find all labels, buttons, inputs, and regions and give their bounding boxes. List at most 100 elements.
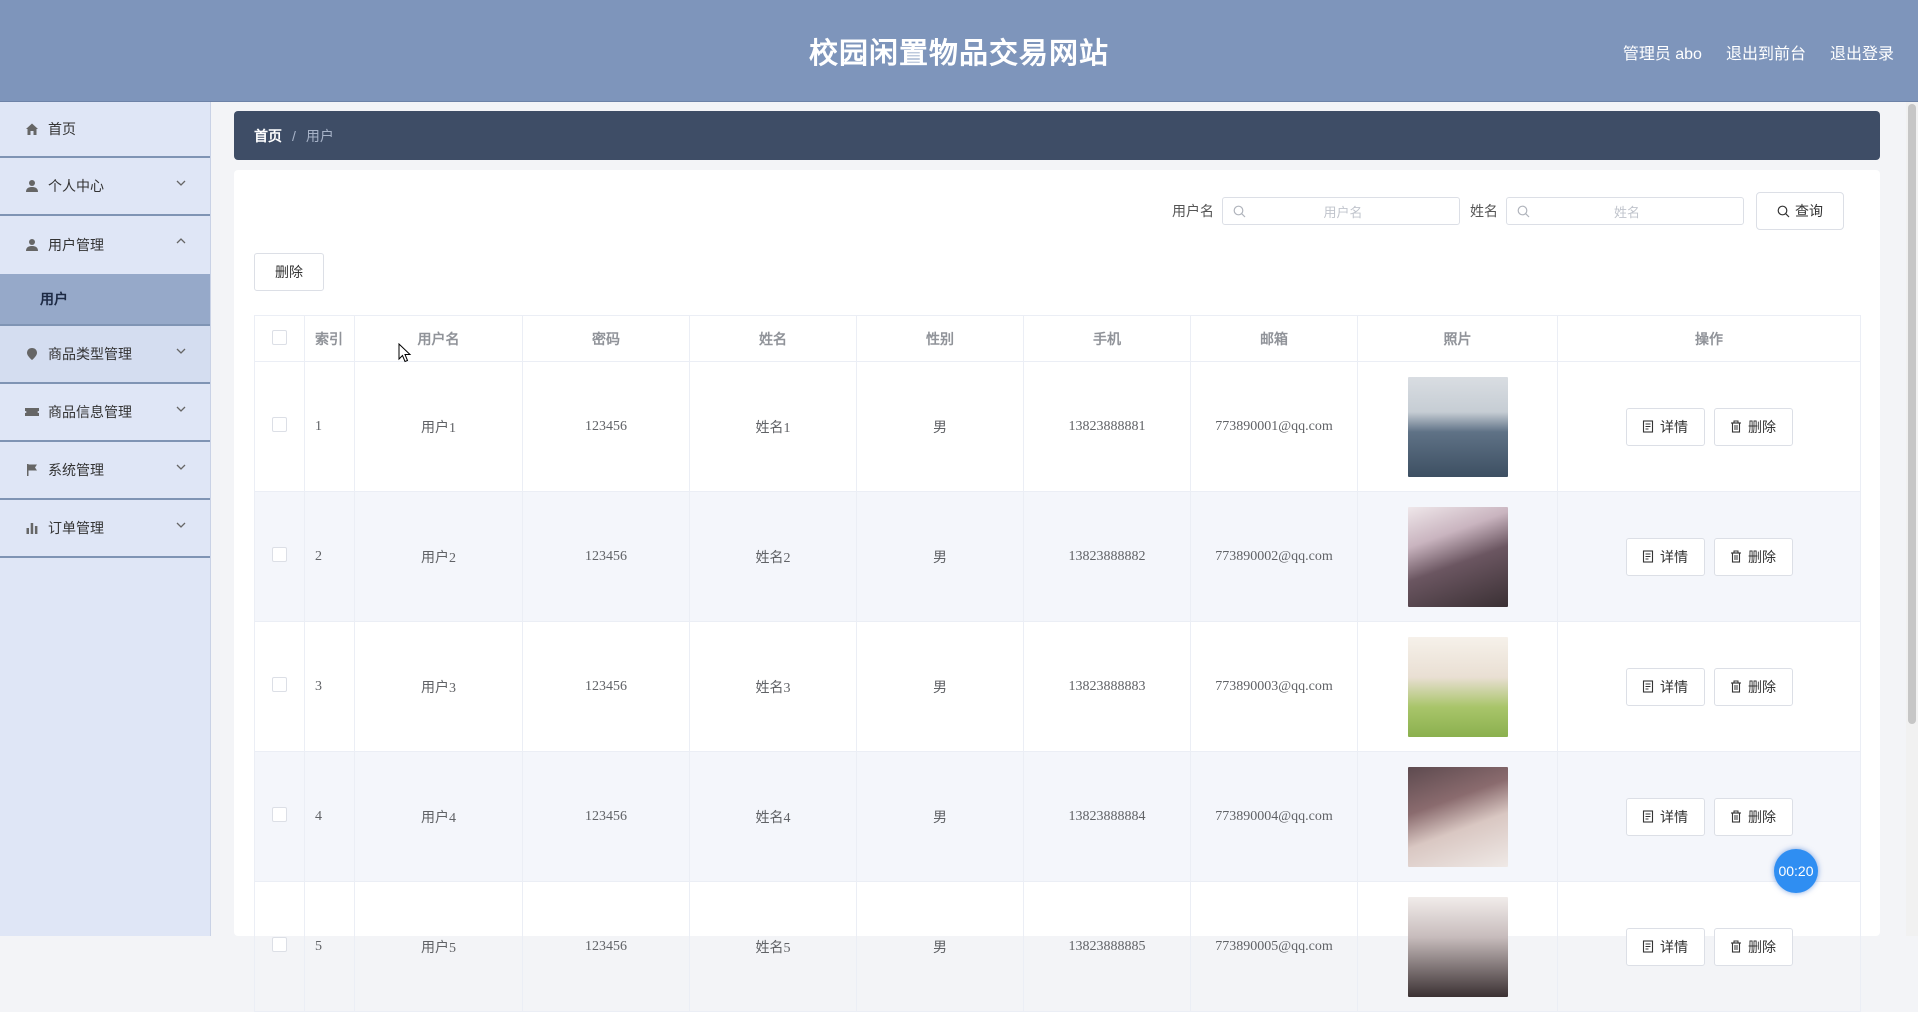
query-button[interactable]: 查询	[1756, 192, 1844, 230]
cell-index: 5	[304, 881, 355, 1012]
document-icon	[1642, 940, 1654, 953]
bar-chart-icon	[24, 520, 40, 536]
name-search-input[interactable]	[1507, 198, 1747, 226]
cell-username: 用户5	[354, 881, 523, 1012]
detail-button[interactable]: 详情	[1625, 537, 1705, 576]
trash-icon	[1731, 550, 1741, 563]
cell-phone: 13823888884	[1023, 751, 1191, 882]
column-header: 性别	[856, 315, 1024, 362]
cell-email: 773890005@qq.com	[1190, 881, 1358, 1012]
cell-photo	[1357, 361, 1558, 492]
select-all-checkbox[interactable]	[272, 329, 287, 345]
cell-photo	[1357, 881, 1558, 1012]
sidebar-subitem-users[interactable]: 用户	[0, 274, 210, 326]
cell-name: 姓名5	[689, 881, 857, 1012]
detail-button-label: 详情	[1660, 678, 1688, 695]
trash-icon	[1731, 810, 1741, 823]
cell-gender: 男	[856, 751, 1024, 882]
row-checkbox[interactable]	[272, 936, 287, 952]
cell-email: 773890004@qq.com	[1190, 751, 1358, 882]
detail-button[interactable]: 详情	[1625, 927, 1705, 966]
cell-password: 123456	[522, 491, 690, 622]
cell-gender: 男	[856, 881, 1024, 1012]
cell-name: 姓名3	[689, 621, 857, 752]
user-photo	[1407, 766, 1508, 867]
breadcrumb-current: 用户	[305, 127, 334, 144]
exit-to-front-link[interactable]: 退出到前台	[1726, 40, 1806, 64]
breadcrumb: 首页 / 用户	[234, 111, 1880, 160]
username-search-input[interactable]	[1223, 198, 1463, 226]
table-row: 3 用户3 123456 姓名3 男 13823888883 773890003@qq.co…	[254, 621, 1861, 752]
logout-link[interactable]: 退出登录	[1830, 40, 1894, 64]
delete-button[interactable]: 删除	[1713, 797, 1793, 836]
document-icon	[1642, 680, 1654, 693]
detail-button-label: 详情	[1660, 938, 1688, 955]
table-row: 1 用户1 123456 姓名1 男 13823888881 773890001@qq.co…	[254, 361, 1861, 492]
sidebar-item-system-management[interactable]: 系统管理	[0, 442, 210, 500]
search-bar: 用户名 姓名 查询	[1172, 192, 1844, 230]
cell-name: 姓名1	[689, 361, 857, 492]
cell-username: 用户4	[354, 751, 523, 882]
user-icon	[24, 237, 40, 253]
row-checkbox[interactable]	[272, 676, 287, 692]
row-select-cell	[254, 621, 305, 752]
delete-button[interactable]: 删除	[1713, 667, 1793, 706]
breadcrumb-home[interactable]: 首页	[254, 126, 282, 146]
delete-button[interactable]: 删除	[1713, 537, 1793, 576]
row-select-cell	[254, 751, 305, 882]
cell-index: 1	[304, 361, 355, 492]
column-header: 密码	[522, 315, 690, 362]
delete-button-label: 删除	[1748, 808, 1776, 825]
trash-icon	[1731, 940, 1741, 953]
table-row: 5 用户5 123456 姓名5 男 13823888885 773890005@qq.co…	[254, 881, 1861, 1012]
cell-password: 123456	[522, 751, 690, 882]
row-select-cell	[254, 491, 305, 622]
ticket-icon	[24, 404, 40, 420]
row-checkbox[interactable]	[272, 546, 287, 562]
sidebar: 首页 个人中心 用户管理 用户 商品类型管理 商品信息管理 系统管理 订单管理	[0, 102, 211, 936]
trash-icon	[1731, 420, 1741, 433]
detail-button[interactable]: 详情	[1625, 667, 1705, 706]
document-icon	[1642, 420, 1654, 433]
mouse-cursor-icon	[398, 343, 412, 363]
admin-user-label: 管理员 abo	[1622, 46, 1702, 63]
sidebar-item-product-type-management[interactable]: 商品类型管理	[0, 326, 210, 384]
chevron-down-icon	[176, 522, 186, 528]
row-checkbox[interactable]	[272, 806, 287, 822]
row-checkbox[interactable]	[272, 416, 287, 432]
sidebar-item-personal-center[interactable]: 个人中心	[0, 158, 210, 216]
sidebar-item-label: 首页	[48, 121, 76, 137]
sidebar-item-order-management[interactable]: 订单管理	[0, 500, 210, 558]
name-search-label: 姓名	[1470, 203, 1498, 219]
cell-photo	[1357, 621, 1558, 752]
sidebar-item-home[interactable]: 首页	[0, 102, 210, 158]
cell-password: 123456	[522, 621, 690, 752]
cell-username: 用户3	[354, 621, 523, 752]
cell-gender: 男	[856, 361, 1024, 492]
detail-button[interactable]: 详情	[1625, 797, 1705, 836]
sidebar-item-user-management[interactable]: 用户管理	[0, 216, 210, 274]
delete-button[interactable]: 删除	[1713, 407, 1793, 446]
sidebar-item-product-info-management[interactable]: 商品信息管理	[0, 384, 210, 442]
breadcrumb-separator: /	[292, 127, 296, 144]
cell-actions: 详情 删除	[1557, 881, 1861, 1012]
vertical-scrollbar[interactable]	[1906, 102, 1918, 936]
detail-button-label: 详情	[1660, 548, 1688, 565]
scrollbar-thumb[interactable]	[1908, 104, 1916, 724]
delete-button[interactable]: 删除	[1713, 927, 1793, 966]
column-header: 照片	[1357, 315, 1558, 362]
detail-button[interactable]: 详情	[1625, 407, 1705, 446]
home-icon	[24, 121, 40, 137]
cell-photo	[1357, 491, 1558, 622]
cell-password: 123456	[522, 881, 690, 1012]
cell-phone: 13823888882	[1023, 491, 1191, 622]
batch-delete-button[interactable]: 删除	[254, 253, 324, 291]
cell-photo	[1357, 751, 1558, 882]
name-search-field	[1506, 197, 1747, 226]
cell-index: 2	[304, 491, 355, 622]
user-photo	[1407, 376, 1508, 477]
select-all-cell	[254, 315, 305, 362]
cell-actions: 详情 删除	[1557, 491, 1861, 622]
main-panel: 用户名 姓名 查询 删除 索引 用户名	[234, 170, 1880, 1012]
timer-badge: 00:20	[1774, 849, 1818, 893]
